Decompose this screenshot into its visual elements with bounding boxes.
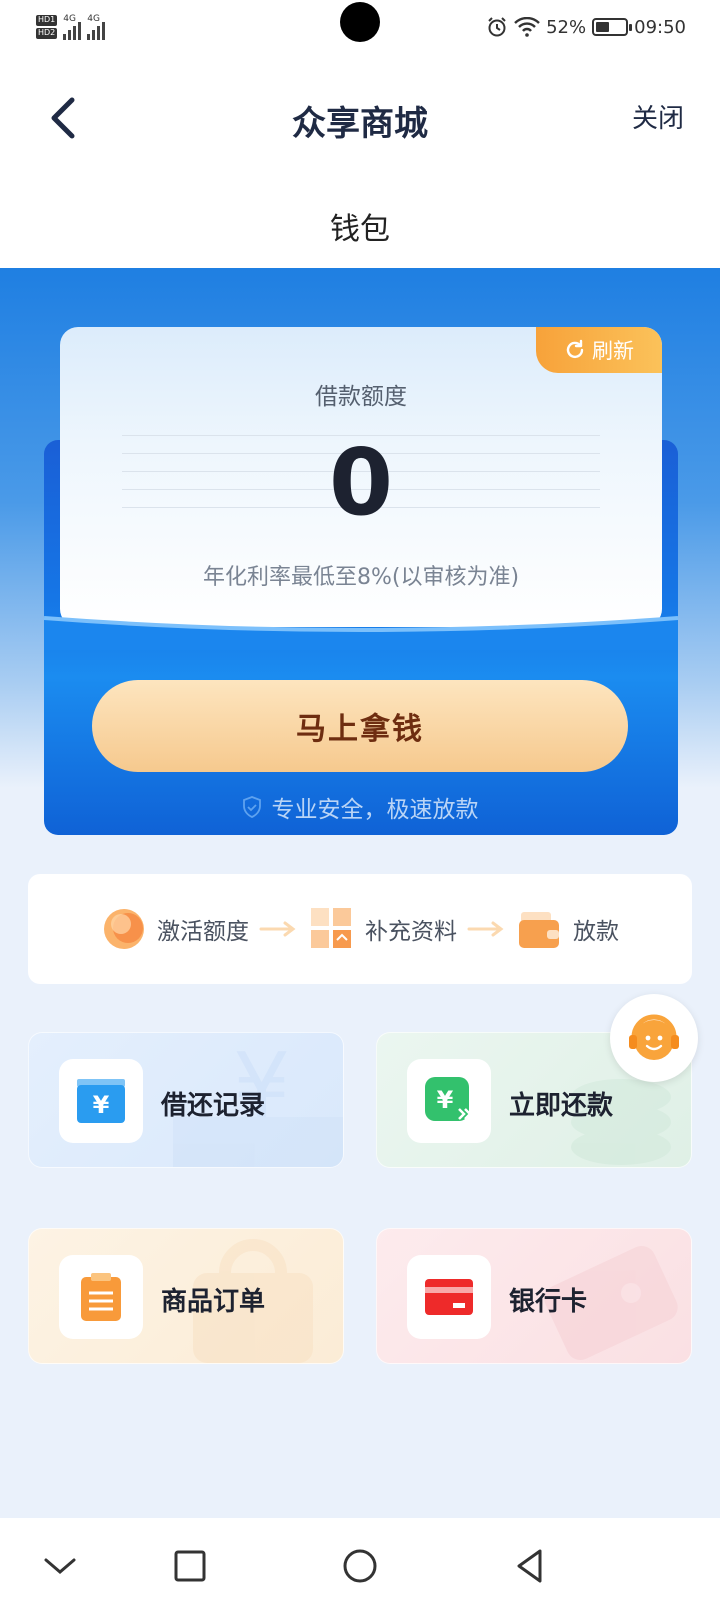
sim-labels: HD1 HD2 — [36, 15, 58, 39]
refresh-button[interactable]: 刷新 — [536, 327, 662, 373]
safety-note: 专业安全，极速放款 — [0, 790, 720, 824]
refresh-icon — [566, 339, 584, 359]
wifi-icon — [514, 17, 540, 37]
step-activate: 激活额度 — [101, 906, 249, 952]
signal-icon-2: 4G — [87, 14, 106, 40]
tile-orders[interactable]: 商品订单 — [28, 1228, 344, 1364]
safety-text: 专业安全，极速放款 — [271, 797, 479, 823]
coin-icon — [104, 909, 144, 949]
svg-text:¥: ¥ — [437, 1086, 454, 1114]
camera-cutout — [340, 2, 380, 42]
signal-icon: 4G — [63, 14, 82, 40]
arrow-right-icon — [259, 921, 296, 937]
credit-label: 借款额度 — [315, 384, 407, 410]
icon-container: ¥ — [407, 1059, 491, 1143]
nav-home-button[interactable] — [338, 1544, 382, 1588]
tile-loan-records[interactable]: ¥ ¥ 借还记录 — [28, 1032, 344, 1168]
yuan-card-icon: ¥ — [77, 1079, 125, 1123]
rate-note: 年化利率最低至8%(以审核为准) — [202, 565, 520, 590]
yuan-forward-icon: ¥ — [425, 1077, 472, 1121]
network-type-label: 4G — [63, 14, 76, 24]
documents-icon — [311, 908, 351, 948]
step-loan: 放款 — [517, 906, 619, 952]
step-label: 补充资料 — [365, 919, 457, 945]
wallet-title: 钱包 — [330, 212, 390, 247]
step-documents: 补充资料 — [309, 906, 457, 952]
arrow-right-icon — [467, 921, 504, 937]
clipboard-icon — [81, 1273, 121, 1321]
wallet-header: 钱包 — [0, 178, 720, 268]
icon-container — [59, 1255, 143, 1339]
network-indicators: HD1 HD2 4G 4G — [36, 14, 106, 40]
battery-icon — [592, 18, 633, 36]
svg-text:¥: ¥ — [93, 1091, 110, 1119]
tile-label: 银行卡 — [509, 1287, 588, 1317]
get-money-button[interactable]: 马上拿钱 — [92, 680, 628, 772]
credit-amount: 0 — [328, 429, 393, 536]
customer-service-button[interactable] — [610, 994, 698, 1082]
credit-card: 刷新 借款额度 0 年化利率最低至8%(以审核为准) — [60, 327, 662, 627]
wallet-wave — [44, 616, 678, 650]
circle-icon — [343, 1549, 377, 1583]
system-nav-bar — [0, 1518, 720, 1612]
tile-label: 立即还款 — [509, 1091, 614, 1121]
tile-label: 商品订单 — [161, 1287, 266, 1317]
nav-bar: 众享商城 关闭 — [0, 58, 720, 178]
status-bar: HD1 HD2 4G 4G 52% 09:50 — [0, 0, 720, 58]
tile-label: 借还记录 — [161, 1091, 266, 1121]
icon-container: ¥ — [59, 1059, 143, 1143]
step-label: 放款 — [573, 919, 619, 945]
battery-percent: 52% — [546, 16, 587, 38]
status-right: 52% 09:50 — [486, 16, 686, 38]
sim1-label: HD1 — [36, 15, 58, 26]
step-label: 激活额度 — [157, 919, 249, 945]
clock: 09:50 — [634, 16, 686, 38]
nav-back-button[interactable] — [508, 1544, 552, 1588]
nav-recents-button[interactable] — [168, 1544, 212, 1588]
bank-card-icon — [425, 1279, 473, 1315]
support-agent-icon — [629, 1014, 679, 1060]
network-type-label-2: 4G — [87, 14, 100, 24]
tile-bank-card[interactable]: 银行卡 — [376, 1228, 692, 1364]
square-icon — [174, 1550, 206, 1582]
battery-fill — [596, 22, 609, 32]
refresh-label: 刷新 — [592, 339, 634, 363]
icon-container — [407, 1255, 491, 1339]
shield-icon — [242, 796, 261, 818]
wallet-icon — [519, 912, 559, 948]
nav-down-button[interactable] — [38, 1544, 82, 1588]
page-title: 众享商城 — [292, 104, 428, 144]
triangle-back-icon — [517, 1549, 542, 1583]
close-button[interactable]: 关闭 — [632, 98, 684, 135]
chevron-down-icon — [44, 1558, 76, 1574]
alarm-icon — [488, 17, 506, 37]
process-steps: 激活额度 补充资料 放款 — [28, 874, 692, 984]
sim2-label: HD2 — [36, 28, 58, 39]
